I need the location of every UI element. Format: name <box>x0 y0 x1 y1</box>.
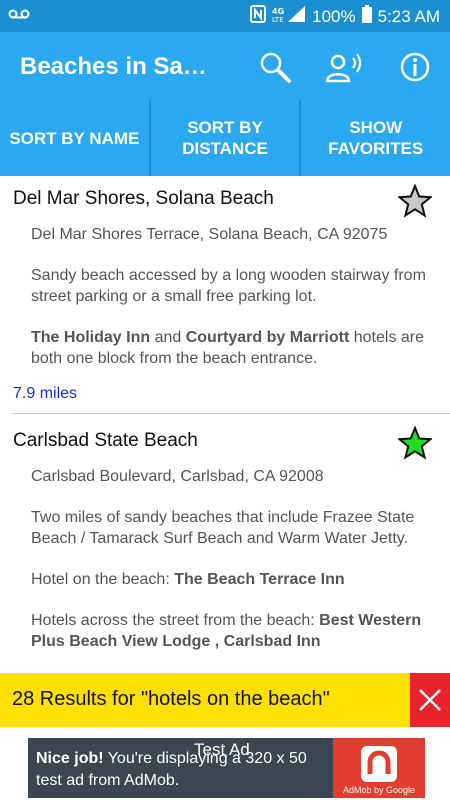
test-ad-label: Test Ad <box>194 740 250 759</box>
svg-text:LTE: LTE <box>272 16 284 23</box>
distance-link[interactable]: 7.9 miles <box>13 385 436 403</box>
close-icon <box>419 689 441 711</box>
sort-by-name-button[interactable]: SORT BY NAME <box>0 100 149 176</box>
battery-percent: 100% <box>312 6 356 26</box>
hotel-info: Hotels across the street from the beach:… <box>31 612 422 650</box>
list-item[interactable]: Carlsbad State Beach Carlsbad Boulevard,… <box>12 413 450 662</box>
search-icon[interactable] <box>258 50 292 84</box>
beach-name: Carlsbad State Beach <box>13 430 198 451</box>
beach-name: Del Mar Shores, Solana Beach <box>13 188 274 209</box>
beach-description: Sandy beach accessed by a long wooden st… <box>31 267 426 305</box>
battery-icon <box>361 5 372 28</box>
ad-panel[interactable]: Nice job! You're displaying a 320 x 50 t… <box>28 738 333 798</box>
show-favorites-button[interactable]: SHOW FAVORITES <box>299 100 450 176</box>
close-button[interactable] <box>410 673 450 727</box>
hotel-info: The Holiday Inn and Courtyard by Marriot… <box>31 329 425 367</box>
list-item[interactable]: Del Mar Shores, Solana Beach Del Mar Sho… <box>0 176 450 413</box>
app-bar: Beaches in San Diego <box>0 32 450 100</box>
hotel-info: Hotel on the beach: The Beach Terrace In… <box>31 571 345 588</box>
lte-signal-icon: 4G LTE <box>272 5 306 28</box>
results-banner: 28 Results for "hotels on the beach" <box>0 673 450 727</box>
favorite-star-icon[interactable] <box>396 425 434 460</box>
beach-address: Del Mar Shores Terrace, Solana Beach, CA… <box>31 226 388 243</box>
page-title: Beaches in San Diego <box>20 53 220 80</box>
sort-toolbar: SORT BY NAME SORT BY DISTANCE SHOW FAVOR… <box>0 100 450 176</box>
sort-by-distance-button[interactable]: SORT BY DISTANCE <box>148 100 300 176</box>
info-icon[interactable] <box>398 50 432 84</box>
favorite-star-icon[interactable] <box>396 183 434 218</box>
svg-text:4G: 4G <box>272 7 284 16</box>
results-count: 28 Results for "hotels on the beach" <box>12 688 330 710</box>
ad-banner[interactable]: Nice job! You're displaying a 320 x 50 t… <box>0 736 450 800</box>
admob-brand: AdMob by Google <box>342 785 416 795</box>
beach-address: Carlsbad Boulevard, Carlsbad, CA 92008 <box>31 468 324 485</box>
clock: 5:23 AM <box>377 6 440 26</box>
voice-search-icon[interactable] <box>325 50 365 84</box>
results-list[interactable]: Del Mar Shores, Solana Beach Del Mar Sho… <box>0 176 450 674</box>
admob-icon <box>361 746 397 782</box>
status-bar: 4G LTE 100% 5:23 AM <box>0 0 450 32</box>
admob-logo[interactable]: AdMob by Google <box>333 738 425 798</box>
beach-description: Two miles of sandy beaches that include … <box>31 509 415 547</box>
ad-message: Nice job! You're displaying a 320 x 50 t… <box>36 750 307 789</box>
voicemail-icon <box>8 6 30 26</box>
nfc-icon <box>250 5 267 28</box>
